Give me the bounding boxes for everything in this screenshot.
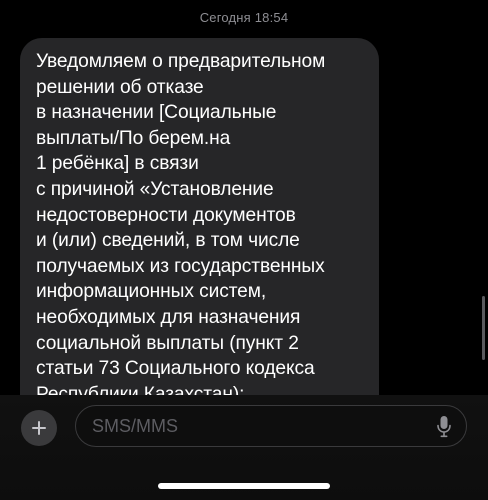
home-indicator[interactable] — [158, 483, 330, 489]
plus-button[interactable] — [21, 410, 57, 446]
plus-icon — [31, 420, 47, 436]
message-input-field[interactable]: SMS/MMS — [75, 405, 467, 447]
message-text: Уведомляем о предварительном решении об … — [36, 51, 326, 405]
microphone-icon[interactable] — [436, 415, 452, 444]
message-timestamp: Сегодня 18:54 — [199, 10, 289, 25]
message-input-placeholder: SMS/MMS — [92, 416, 179, 436]
incoming-message-bubble[interactable]: Уведомляем о предварительном решении об … — [20, 38, 379, 438]
scroll-indicator[interactable] — [482, 296, 485, 360]
